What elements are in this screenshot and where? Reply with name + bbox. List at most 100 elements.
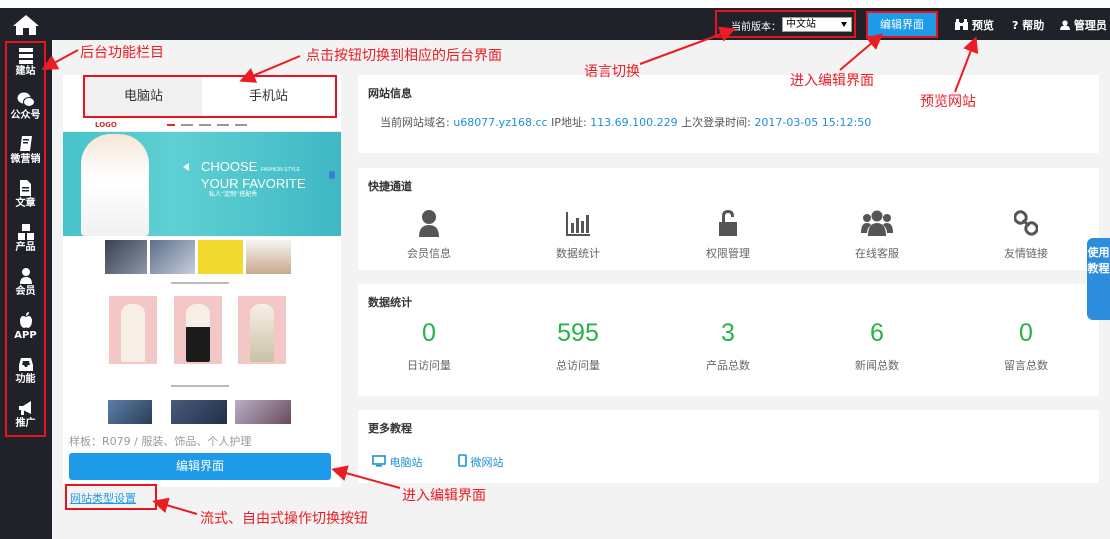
domain-label: 当前网站域名: <box>380 116 450 129</box>
sidebar-item-label: 建站 <box>15 66 36 77</box>
quick-item-label: 友情链接 <box>1004 247 1048 260</box>
sidebar-item-label: 会员 <box>15 286 36 297</box>
top-bar: 当前版本： 中文站 编辑界面 预览 ? 帮助 管理员 <box>0 8 1110 40</box>
quick-item-permissions[interactable]: 权限管理 <box>668 209 788 261</box>
preview-nav-link <box>181 124 193 126</box>
sidebar-item-site[interactable]: 建站 <box>7 47 44 78</box>
preview-thumb <box>150 240 195 274</box>
domain-value[interactable]: u68077.yz168.cc <box>453 116 547 129</box>
preview-thumb <box>246 240 291 274</box>
preview-hero-title: CHOOSE FASHION STYLE YOUR FAVORITE <box>201 160 306 190</box>
stat-value: 595 <box>557 319 599 347</box>
chevron-down-icon <box>841 22 847 27</box>
last-login-value: 2017-03-05 15:12:50 <box>754 116 872 129</box>
preview-product-tile <box>238 296 286 364</box>
template-preview[interactable]: LOGO CHOOSE FASHION STYLE YOUR FAVORITE … <box>63 118 341 424</box>
preview-thumb <box>105 240 147 274</box>
preview-product-photo <box>250 304 274 362</box>
sidebar-item-member[interactable]: 会员 <box>7 267 44 298</box>
stat-value: 3 <box>721 319 735 347</box>
admin-label: 管理员 <box>1073 19 1107 32</box>
edit-interface-button-top[interactable]: 编辑界面 <box>866 11 938 38</box>
sidebar-item-app[interactable]: APP <box>7 311 44 342</box>
statistics-title: 数据统计 <box>368 296 412 309</box>
tutorial-mobile-link[interactable]: 微网站 <box>458 454 504 470</box>
sidebar-item-product[interactable]: 产品 <box>7 223 44 254</box>
edit-interface-button[interactable]: 编辑界面 <box>69 453 331 480</box>
desktop-icon <box>372 455 386 467</box>
tutorial-mobile-label: 微网站 <box>470 456 504 469</box>
preview-link[interactable]: 预览 <box>955 17 994 33</box>
ip-value: 113.69.100.229 <box>590 116 678 129</box>
preview-news-thumb <box>235 400 291 424</box>
annotation-tabs: 点击按钮切换到相应的后台界面 <box>306 48 502 64</box>
sidebar-item-label: 功能 <box>15 374 36 385</box>
language-select[interactable]: 中文站 <box>782 17 852 32</box>
site-type-tabs: 电脑站 手机站 <box>83 75 337 118</box>
bullhorn-icon <box>19 401 31 415</box>
quick-item-label: 数据统计 <box>556 247 600 260</box>
link-icon <box>1014 210 1038 236</box>
quick-access-title: 快捷通道 <box>368 180 412 193</box>
sidebar-item-marketing[interactable]: 微营销 <box>7 135 44 166</box>
help-link[interactable]: ? 帮助 <box>1012 17 1044 33</box>
wechat-icon <box>17 92 35 107</box>
preview-hero-arrow <box>183 163 189 171</box>
annotation-preview-site: 预览网站 <box>920 94 976 110</box>
stat-total-products: 3 产品总数 <box>668 318 788 373</box>
quick-item-friend-links[interactable]: 友情链接 <box>966 209 1086 261</box>
preview-product-tile <box>174 296 222 364</box>
preview-thumb <box>198 240 243 274</box>
preview-product-photo <box>186 304 210 362</box>
stat-label: 总访问量 <box>556 359 600 372</box>
admin-menu[interactable]: 管理员 <box>1060 17 1107 33</box>
bar-chart-icon <box>566 212 590 236</box>
inbox-icon <box>18 358 33 371</box>
stat-label: 产品总数 <box>706 359 750 372</box>
server-icon <box>18 48 33 64</box>
document-icon <box>20 180 31 196</box>
sidebar-item-promotion[interactable]: 推广 <box>7 399 44 430</box>
user-icon <box>19 268 32 284</box>
book-icon <box>19 136 32 151</box>
preview-label: 预览 <box>971 19 994 32</box>
template-name: 样板：R079 / 服装、饰品、个人护理 <box>69 435 252 448</box>
tutorial-pc-link[interactable]: 电脑站 <box>372 454 423 470</box>
site-type-link[interactable]: 网站类型设置 <box>70 490 136 506</box>
users-icon <box>861 210 893 236</box>
annotation-enter-edit-top: 进入编辑界面 <box>790 73 874 89</box>
usage-tutorial-tab[interactable]: 使用教程 <box>1087 238 1110 320</box>
sidebar-item-article[interactable]: 文章 <box>7 179 44 210</box>
mobile-icon <box>458 454 467 467</box>
quick-item-statistics[interactable]: 数据统计 <box>518 209 638 261</box>
stat-total-news: 6 新闻总数 <box>817 318 937 373</box>
preview-scroll-handle <box>329 171 335 179</box>
site-type-setting: 网站类型设置 <box>65 484 157 510</box>
tab-mobile-site[interactable]: 手机站 <box>202 77 335 116</box>
home-icon[interactable] <box>12 14 40 36</box>
stat-value: 6 <box>870 319 884 347</box>
quick-access-card: 快捷通道 会员信息 数据统计 权限管理 在线客服 友情链接 <box>358 168 1099 270</box>
tab-pc-site[interactable]: 电脑站 <box>85 77 202 116</box>
preview-hero-banner: CHOOSE FASHION STYLE YOUR FAVORITE 私人“定制… <box>63 132 341 236</box>
sidebar-item-label: 文章 <box>15 198 36 209</box>
binoculars-icon <box>955 19 968 30</box>
tutorials-title: 更多教程 <box>368 422 412 435</box>
language-switch: 当前版本： 中文站 <box>715 10 856 38</box>
admin-page: 当前版本： 中文站 编辑界面 预览 ? 帮助 管理员 建站 公众号 微营销 文章… <box>0 0 1110 539</box>
quick-item-online-service[interactable]: 在线客服 <box>817 209 937 261</box>
preview-logo: LOGO <box>95 121 117 129</box>
sidebar-item-wechat[interactable]: 公众号 <box>7 91 44 122</box>
stat-value: 0 <box>1019 319 1033 347</box>
stat-daily-visits: 0 日访问量 <box>369 318 489 373</box>
ip-label: IP地址: <box>551 116 587 129</box>
question-icon: ? <box>1012 19 1019 32</box>
sidebar-menu: 建站 公众号 微营销 文章 产品 会员 APP 功能 推广 <box>5 41 46 437</box>
cubes-icon <box>17 224 34 240</box>
preview-caption <box>171 282 229 284</box>
sidebar-item-label: 公众号 <box>10 110 41 121</box>
preview-nav: LOGO <box>63 118 341 132</box>
sidebar-item-function[interactable]: 功能 <box>7 355 44 386</box>
quick-item-member-info[interactable]: 会员信息 <box>369 209 489 261</box>
language-label: 当前版本： <box>731 22 781 33</box>
